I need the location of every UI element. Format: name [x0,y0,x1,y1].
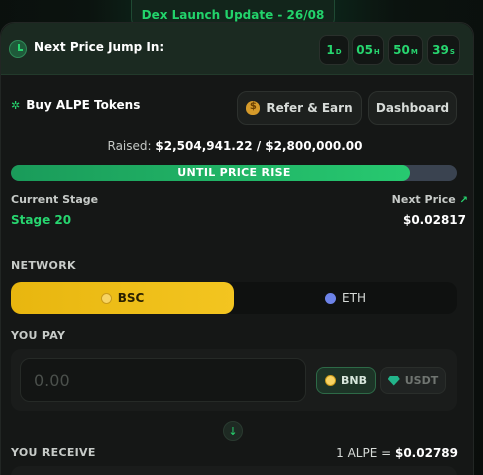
arrow-down-icon[interactable]: ↓ [223,421,243,441]
refer-earn-button[interactable]: Refer & Earn [237,91,362,125]
pay-amount-input[interactable] [20,358,306,402]
network-option-bsc-label: BSC [117,291,145,305]
next-price-value: $0.02817 [402,213,466,227]
network-label: NETWORK [11,259,76,272]
countdown-minutes-unit: M [410,48,418,56]
network-selector: BSC ETH [11,282,457,314]
token-option-usdt[interactable]: USDT [380,367,446,394]
countdown-hours: 05 H [352,35,384,65]
countdown-days-value: 1 [326,43,335,57]
token-option-usdt-label: USDT [404,374,439,387]
countdown-days-unit: D [335,48,342,56]
trend-up-icon: ↗ [459,195,468,206]
raise-progress-label: UNTIL PRICE RISE [177,166,291,179]
rate-value: $0.02789 [394,446,458,460]
usdt-icon [387,375,400,386]
money-bag-icon [246,101,261,115]
next-price-label-text: Next Price [391,193,456,206]
buy-title-text: Buy ALPE Tokens [26,98,141,112]
raised-summary: Raised: $2,504,941.22 / $2,800,000.00 [0,139,470,153]
countdown-minutes: 50 M [388,35,423,65]
current-stage-value: Stage 20 [11,213,72,227]
countdown-bar: Next Price Jump In: 1D 05 H 50 M 39 S [1,23,473,75]
raised-label: Raised: [107,139,152,153]
clock-icon [9,40,27,58]
countdown-label: Next Price Jump In: [34,40,165,54]
countdown-days: 1D [319,35,349,65]
countdown-minutes-value: 50 [393,43,410,57]
pay-panel: BNB USDT [11,349,457,411]
network-option-bsc[interactable]: BSC [11,282,234,314]
buy-title: ✲ Buy ALPE Tokens [11,98,140,112]
exchange-rate: 1 ALPE = $0.02789 [336,446,458,460]
ethereum-icon [325,292,337,304]
countdown-seconds-value: 39 [432,43,449,57]
network-option-eth[interactable]: ETH [234,282,457,314]
token-option-bnb[interactable]: BNB [316,367,376,394]
countdown-seconds-unit: S [449,48,455,56]
you-pay-label: YOU PAY [11,329,66,342]
rate-prefix: 1 ALPE = [336,446,392,460]
launch-banner-text: Dex Launch Update - 26/08 [141,7,325,22]
dashboard-button[interactable]: Dashboard [368,91,457,125]
raised-value: $2,504,941.22 / $2,800,000.00 [155,139,363,153]
countdown-seconds: 39 S [427,35,460,65]
dashboard-label: Dashboard [375,101,450,115]
raise-progress-bar: UNTIL PRICE RISE [11,165,457,181]
countdown-hours-value: 05 [356,43,373,57]
bnb-token-icon [325,375,336,386]
network-option-eth-label: ETH [342,291,366,305]
refer-earn-label: Refer & Earn [266,101,353,115]
next-price-label: Next Price ↗ [392,193,468,206]
bnb-icon [100,292,112,304]
sparkle-icon: ✲ [11,98,21,112]
you-receive-label: YOU RECEIVE [11,446,96,459]
countdown-hours-unit: H [373,48,380,56]
token-option-bnb-label: BNB [341,374,367,387]
current-stage-label: Current Stage [11,193,99,206]
receive-panel [11,466,457,475]
